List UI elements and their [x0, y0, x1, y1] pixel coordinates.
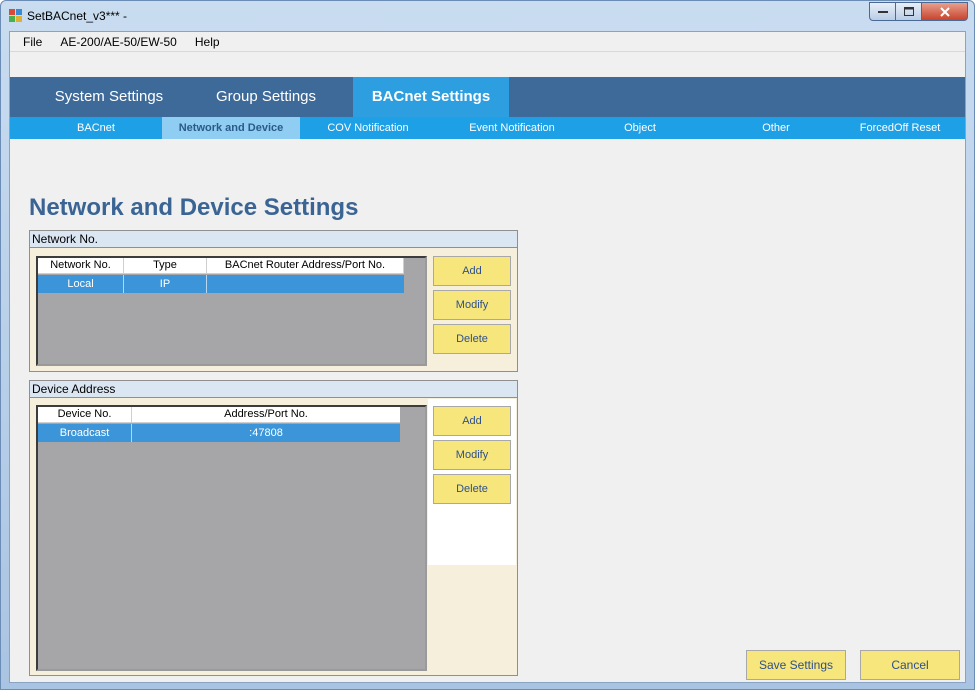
window-controls [869, 2, 968, 21]
device-delete-button[interactable]: Delete [433, 474, 511, 504]
menu-bar: File AE-200/AE-50/EW-50 Help [10, 32, 965, 52]
network-add-button[interactable]: Add [433, 256, 511, 286]
save-settings-button[interactable]: Save Settings [746, 650, 846, 680]
app-icon [9, 9, 23, 23]
network-list[interactable]: Network No. Type BACnet Router Address/P… [36, 256, 427, 366]
cell-address-port: :47808 [249, 427, 283, 439]
window-title: SetBACnet_v3*** - [27, 9, 128, 23]
network-modify-button[interactable]: Modify [433, 290, 511, 320]
cell-type: IP [124, 275, 207, 293]
column-network-no[interactable]: Network No. [38, 258, 124, 274]
tab-system-settings[interactable]: System Settings [34, 77, 184, 117]
maximize-icon[interactable] [896, 2, 922, 21]
page-title: Network and Device Settings [29, 194, 359, 221]
column-router-address[interactable]: BACnet Router Address/Port No. [207, 258, 404, 274]
cancel-button[interactable]: Cancel [860, 650, 960, 680]
close-icon[interactable] [922, 2, 968, 21]
app-window: SetBACnet_v3*** - File AE-200/AE-50/EW-5… [0, 0, 975, 690]
minimize-icon[interactable] [869, 2, 896, 21]
device-list-header: Device No. Address/Port No. [38, 407, 400, 423]
cell-device-no: Broadcast [38, 424, 132, 442]
sub-tab-bar: BACnet Network and Device COV Notificati… [10, 117, 965, 139]
menu-ae-models[interactable]: AE-200/AE-50/EW-50 [51, 35, 186, 49]
network-group: Network No. Network No. Type BACnet Rout… [29, 230, 518, 372]
cell-network-no: Local [38, 275, 124, 293]
device-group: Device Address Device No. Address/Port N… [29, 380, 518, 676]
menu-help[interactable]: Help [186, 35, 229, 49]
column-device-no[interactable]: Device No. [38, 407, 132, 423]
subtab-network-and-device[interactable]: Network and Device [162, 117, 300, 139]
network-delete-button[interactable]: Delete [433, 324, 511, 354]
subtab-event-notification[interactable]: Event Notification [442, 117, 582, 139]
title-bar[interactable]: SetBACnet_v3*** - [1, 1, 974, 31]
subtab-other[interactable]: Other [726, 117, 826, 139]
subtab-cov-notification[interactable]: COV Notification [308, 117, 428, 139]
subtab-forcedoff-reset[interactable]: ForcedOff Reset [838, 117, 962, 139]
tab-group-settings[interactable]: Group Settings [196, 77, 336, 117]
device-group-header: Device Address [30, 381, 517, 398]
menu-file[interactable]: File [14, 35, 51, 49]
subtab-bacnet[interactable]: BACnet [46, 117, 146, 139]
column-address-port[interactable]: Address/Port No. [132, 407, 400, 423]
table-row[interactable]: Local IP [38, 275, 404, 293]
device-modify-button[interactable]: Modify [433, 440, 511, 470]
table-row[interactable]: Broadcast :47808 [38, 424, 400, 442]
client-area: File AE-200/AE-50/EW-50 Help System Sett… [9, 31, 966, 683]
main-tab-bar: System Settings Group Settings BACnet Se… [10, 77, 965, 117]
tab-bacnet-settings[interactable]: BACnet Settings [353, 77, 509, 117]
device-add-button[interactable]: Add [433, 406, 511, 436]
network-list-header: Network No. Type BACnet Router Address/P… [38, 258, 404, 274]
device-list[interactable]: Device No. Address/Port No. Broadcast :4… [36, 405, 427, 671]
subtab-object[interactable]: Object [590, 117, 690, 139]
column-type[interactable]: Type [124, 258, 207, 274]
cell-router-address [207, 275, 404, 293]
network-group-header: Network No. [30, 231, 517, 248]
